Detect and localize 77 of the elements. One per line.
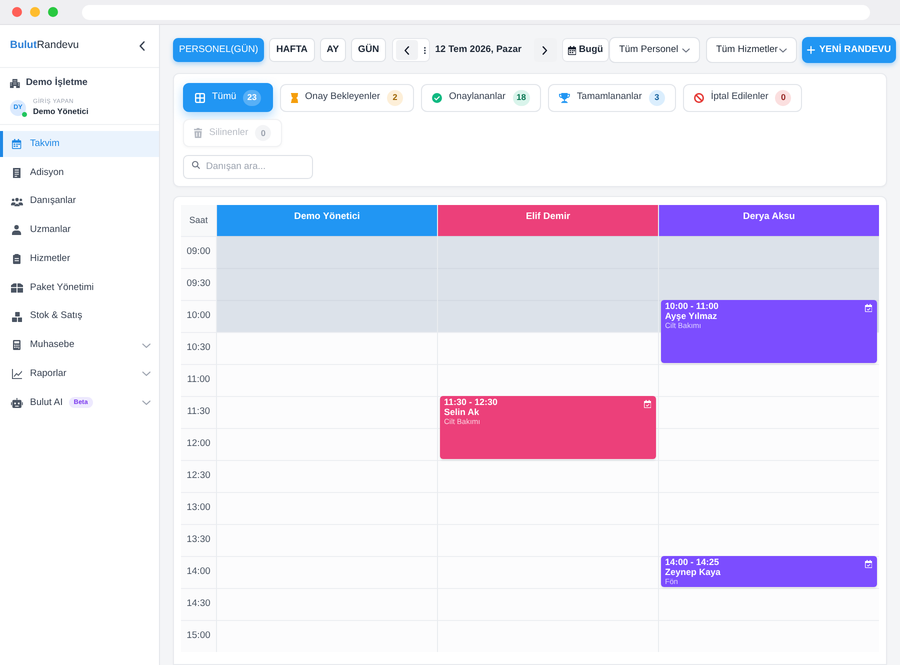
time-label: 15:00 — [181, 620, 216, 652]
sidebar-item[interactable]: Uzmanlar — [0, 217, 159, 244]
appointment-time: 10:00 - 11:00 — [665, 301, 720, 311]
plus-icon — [807, 46, 816, 54]
time-label: 11:30 — [181, 396, 216, 428]
status-filter-tab[interactable]: İptal Edilenler 0 — [682, 84, 802, 112]
previous-day-button[interactable] — [396, 40, 418, 60]
client-name: Ayşe Yılmaz — [665, 311, 718, 321]
count-badge: 23 — [243, 90, 261, 106]
chevron-left-icon — [138, 41, 146, 51]
count-badge: 2 — [387, 90, 404, 106]
sidebar-item[interactable]: Adisyon — [0, 160, 159, 186]
calendar-check-icon — [864, 304, 872, 312]
users-icon — [11, 196, 23, 206]
calendar-check-icon — [644, 400, 651, 408]
chevron-right-icon — [542, 46, 548, 54]
staff-column-header: Elif Demir — [438, 205, 658, 236]
window-close-button[interactable] — [12, 7, 22, 17]
sidebar-item[interactable]: Muhasebe — [0, 332, 159, 358]
calendar-check-icon — [864, 560, 872, 568]
clipboard-icon — [13, 254, 21, 264]
user-icon — [12, 225, 22, 236]
building-icon — [10, 78, 20, 88]
staff-column-header: Demo Yönetici — [217, 205, 437, 236]
time-label: 13:00 — [181, 492, 216, 524]
count-badge: 18 — [512, 90, 530, 106]
status-filter-tab[interactable]: Tamamlananlar 3 — [548, 84, 676, 112]
search-icon — [192, 161, 200, 169]
time-label: 11:00 — [181, 364, 216, 396]
filter-dropdown[interactable]: Tüm Hizmetler — [706, 37, 798, 63]
calculator-icon — [13, 340, 21, 350]
stacked-boxes-icon — [12, 312, 22, 322]
time-column-header: Saat — [181, 205, 216, 236]
time-label: 09:30 — [181, 268, 216, 300]
line-chart-icon — [12, 369, 22, 379]
count-badge: 0 — [255, 125, 272, 141]
appointment-time: 14:00 - 14:25 — [665, 557, 720, 567]
time-label: 09:00 — [181, 236, 216, 268]
today-button[interactable]: Bugü — [562, 38, 610, 62]
calendar-icon — [12, 139, 22, 149]
status-filter-tab[interactable]: Onay Bekleyenler 2 — [280, 84, 414, 112]
time-label: 10:30 — [181, 332, 216, 364]
chevron-down-icon — [779, 48, 788, 52]
chevron-down-icon — [682, 48, 690, 52]
robot-icon — [11, 398, 23, 408]
time-label: 14:00 — [181, 556, 216, 588]
time-label: 12:30 — [181, 460, 216, 492]
appointment-time: 11:30 - 12:30 — [444, 397, 499, 407]
time-label: 10:00 — [181, 300, 216, 332]
time-label: 12:00 — [181, 428, 216, 460]
status-filter-tab[interactable]: Onaylananlar 18 — [421, 84, 541, 112]
current-date: 12 Tem 2026, Pazar — [435, 42, 522, 57]
user-name: Demo Yönetici — [33, 107, 88, 117]
filter-dropdown[interactable]: Tüm Personel — [609, 37, 700, 63]
grid-icon — [195, 92, 205, 102]
view-mode-tab[interactable]: HAFTA — [269, 38, 315, 62]
sidebar-item[interactable]: Hizmetler — [0, 246, 159, 272]
time-label: 14:30 — [181, 588, 216, 620]
view-mode-tab[interactable]: AY — [320, 38, 346, 62]
sidebar-item[interactable]: Stok & Satış — [0, 304, 159, 330]
boxes-icon — [11, 282, 23, 293]
time-label: 13:30 — [181, 524, 216, 556]
count-badge: 0 — [775, 90, 792, 106]
sidebar-item[interactable]: Raporlar — [0, 361, 159, 387]
client-name: Zeynep Kaya — [665, 567, 722, 577]
business-name: Demo İşletme — [26, 76, 88, 90]
chevron-left-icon — [404, 46, 410, 54]
receipt-icon — [13, 168, 21, 178]
staff-column-header: Derya Aksu — [659, 205, 879, 236]
count-badge: 3 — [648, 90, 665, 106]
app-logo: BulutRandevu — [10, 38, 79, 54]
calendar-icon — [568, 46, 576, 54]
client-name: Selin Ak — [444, 407, 480, 417]
sidebar-item[interactable]: Paket Yönetimi — [0, 274, 159, 301]
search-field[interactable]: Danışan ara... — [183, 154, 313, 178]
view-mode-tab[interactable]: GÜN — [351, 38, 386, 62]
sidebar-item[interactable]: Danışanlar — [0, 188, 159, 214]
